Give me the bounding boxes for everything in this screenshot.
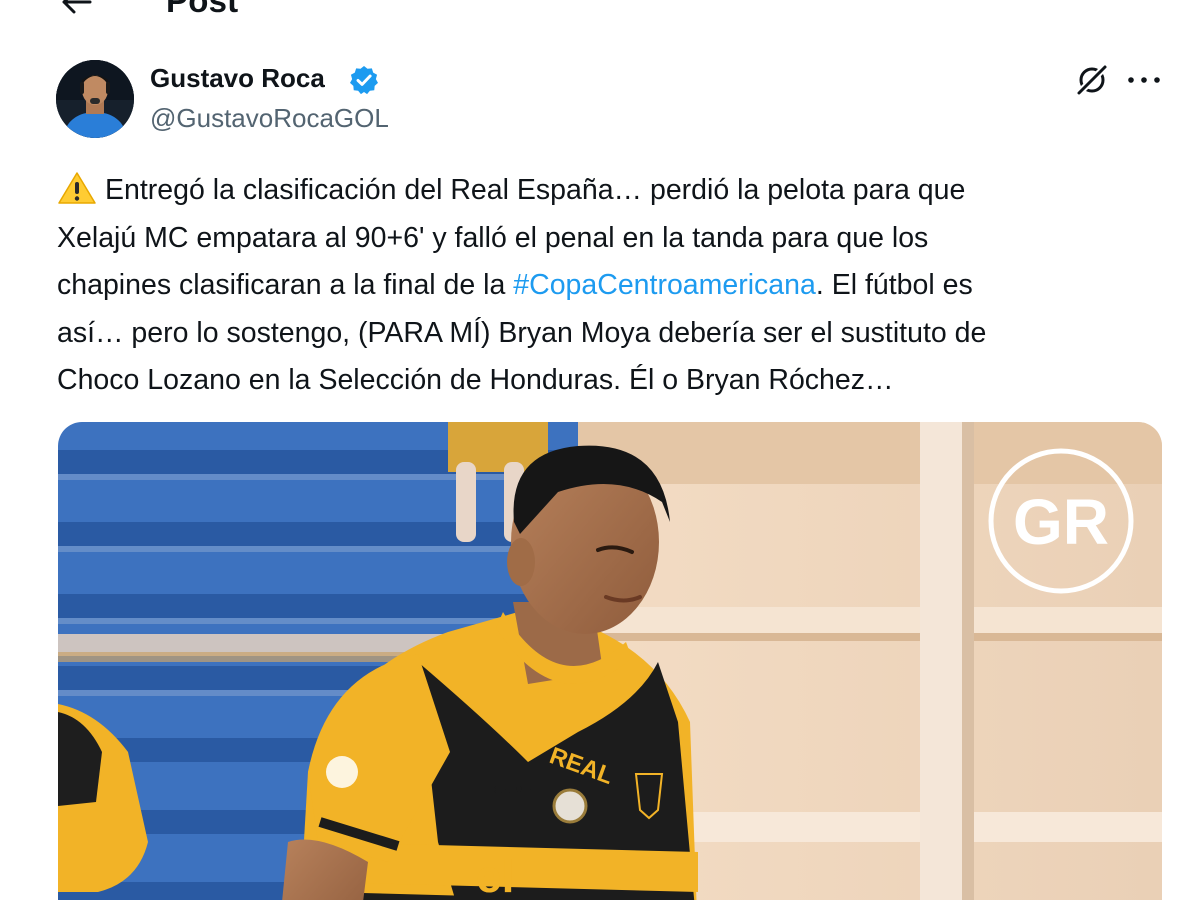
- tweet-line-2: Xelajú MC empatara al 90+6' y falló el p…: [57, 221, 929, 254]
- grok-slash-icon: [1074, 62, 1110, 98]
- verified-badge-icon: [350, 66, 378, 95]
- player-photo: GR REAL el KELME: [58, 422, 1162, 900]
- tweet-line-3-after: . El fútbol es: [815, 269, 973, 302]
- avatar-image: [56, 60, 134, 138]
- watermark-logo-text: GR: [1013, 486, 1109, 558]
- arrow-left-icon: [62, 0, 92, 14]
- more-options-button[interactable]: [1122, 62, 1166, 98]
- more-dots-icon: [1128, 77, 1160, 83]
- hashtag-link[interactable]: #CopaCentroamericana: [513, 269, 816, 301]
- grok-button[interactable]: [1072, 62, 1112, 98]
- avatar[interactable]: [56, 60, 134, 138]
- tweet-line-4: así… pero lo sostengo, (PARA MÍ) Bryan M…: [57, 316, 987, 349]
- tweet-text: Entregó la clasificación del Real España…: [57, 167, 1167, 405]
- tweet-line-1: Entregó la clasificación del Real España…: [57, 167, 1167, 215]
- tweet-line-5: Choco Lozano en la Selección de Honduras…: [57, 364, 894, 397]
- tweet-line-3-before: chapines clasificaran a la final de la: [57, 269, 514, 302]
- post-header: Post: [0, 0, 1200, 22]
- author-name[interactable]: Gustavo Roca: [150, 63, 325, 94]
- back-button[interactable]: [56, 0, 96, 18]
- warning-sign-emoji-icon: [58, 172, 96, 204]
- tweet-line-3: chapines clasificaran a la final de la #…: [57, 262, 1167, 310]
- author-handle[interactable]: @GustavoRocaGOL: [150, 103, 389, 134]
- post-page: Post Gustavo Roca @GustavoRocaGOL Entreg…: [0, 0, 1200, 900]
- sponsor-text: el: [476, 850, 514, 900]
- brand-text: KELME: [490, 783, 532, 797]
- page-title: Post: [166, 0, 239, 19]
- tweet-media-photo[interactable]: GR REAL el KELME: [58, 422, 1162, 900]
- tweet-line-1-text: Entregó la clasificación del Real España…: [105, 174, 966, 206]
